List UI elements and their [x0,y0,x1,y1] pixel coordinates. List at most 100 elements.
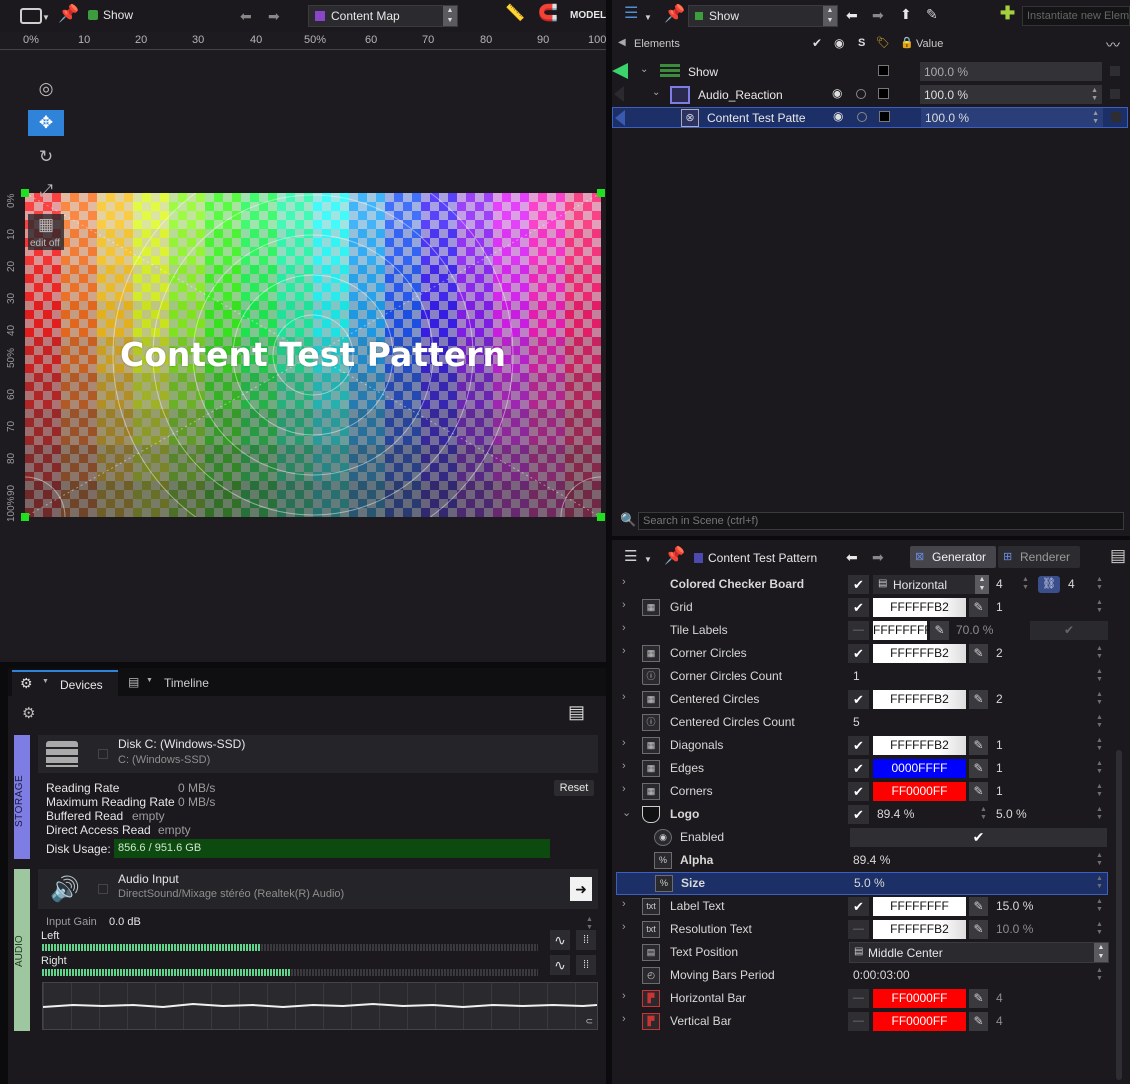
prop-row-horizontal-bar[interactable]: › ▛ Horizontal Bar — FF0000FF ✎ 4 [612,987,1128,1010]
color-swatch[interactable]: FFFFFFFF [873,621,932,640]
waveform-icon[interactable]: 〰 [1106,35,1120,55]
eyedropper-icon[interactable]: ✎ [969,782,988,801]
prop-row-colored-checker-board[interactable]: › Colored Checker Board ✔ ▤ Horizontal ▲… [612,573,1128,596]
reset-button[interactable]: Reset [554,780,594,796]
solo-toggle[interactable] [856,89,866,99]
prop-value[interactable]: 5 [853,715,860,729]
ruler-icon[interactable]: 📏 [505,6,525,22]
color-swatch[interactable]: FFFFFFFF [873,897,966,916]
tree-view-dropdown-icon[interactable]: ▼ [644,10,652,26]
tab-renderer[interactable]: ⊞ Renderer [998,546,1080,568]
prop-value[interactable]: 4 [996,1014,1003,1028]
spinner-icon[interactable]: ▲ ▼ [1096,714,1103,730]
prop-row-enabled[interactable]: ◉ Enabled ✔ [612,826,1128,849]
select-checkbox[interactable] [98,884,108,894]
forward-arrow-icon[interactable]: ➡ [872,549,884,565]
prop-value[interactable]: 1 [853,669,860,683]
prop-value[interactable]: 2 [996,692,1003,706]
view-mode-dropdown-icon[interactable]: ▼ [42,10,50,26]
prop-row-edges[interactable]: › ▦ Edges ✔ 0000FFFF ✎ 1 ▲ ▼ [612,757,1128,780]
expand-icon[interactable]: › [622,599,626,611]
move-tool-icon[interactable]: ✥ [28,110,64,136]
checkbox[interactable]: — [848,1012,869,1031]
checkbox[interactable]: ✔ [848,736,869,755]
handle-bottom-left[interactable] [21,513,29,521]
tab-devices[interactable]: ⚙ ▼ Devices [12,670,118,696]
checkbox[interactable]: — [848,920,869,939]
prop-row-logo[interactable]: ⌄ Logo ✔ 89.4 % ▲ ▼ 5.0 % ▲ ▼ [612,803,1128,826]
prop-row-moving-bars-period[interactable]: ◴ Moving Bars Period 0:00:03:00 ▲ ▼ [612,964,1128,987]
color-swatch[interactable]: FFFFFFB2 [873,644,966,663]
eyedropper-icon[interactable]: ✎ [969,690,988,709]
add-icon[interactable]: ✚ [1000,4,1015,22]
text-position-select[interactable]: ▤ Middle Center ▲ ▼ [849,942,1109,963]
checkbox[interactable]: — [848,989,869,1008]
content-map-select[interactable]: Content Map ▲ ▼ [308,5,458,27]
tab-timeline[interactable]: ▤ ▼ Timeline [122,672,222,696]
prop-row-size-selected[interactable]: % Size 5.0 % ▲ ▼ [616,872,1108,895]
expand-icon[interactable]: › [622,622,626,634]
spinner-icon[interactable]: ▲ ▼ [1096,760,1103,776]
eyedropper-icon[interactable]: ✎ [969,644,988,663]
pin-icon[interactable]: 📌 [664,547,685,564]
prop-value[interactable]: 5.0 % [854,876,885,890]
tab-generator[interactable]: ⊠ Generator [910,546,996,568]
eyedropper-icon[interactable]: ✎ [930,621,949,640]
expand-icon[interactable]: › [622,1013,626,1025]
link-icon[interactable]: ⛓ [1038,576,1060,593]
spinner-icon[interactable]: ▲ ▼ [1096,783,1103,799]
prop-row-centered-circles-count[interactable]: ⓘ Centered Circles Count 5 ▲ ▼ [612,711,1128,734]
edit-icon[interactable]: ✎ [926,6,938,22]
tree-row[interactable]: ⌄ Audio_Reaction ◉ 100.0 % ▲ ▼ [612,84,1130,105]
eye-icon[interactable]: ◉ [833,109,843,123]
prop-row-resolution-text[interactable]: › txt Resolution Text — FFFFFFB2 ✎ 10.0 … [612,918,1128,941]
prop-value[interactable]: 4 [1068,577,1075,591]
prop-value[interactable]: 1 [996,784,1003,798]
prop-value[interactable]: 0:00:03:00 [853,968,910,982]
back-arrow-icon[interactable]: ⬅ [846,7,858,23]
up-arrow-icon[interactable]: ⬆ [900,6,912,22]
eyedropper-icon[interactable]: ✎ [969,1012,988,1031]
prop-value[interactable]: 89.4 % [877,807,914,821]
model-button[interactable]: MODEL [570,10,606,21]
expand-icon[interactable]: › [622,691,626,703]
dashboard-icon[interactable]: ◎ [28,76,64,102]
loop-icon[interactable]: ⊂ [585,1016,593,1027]
select-checkbox[interactable] [98,749,108,759]
expand-icon[interactable]: › [622,760,626,772]
eyedropper-icon[interactable]: ✎ [969,598,988,617]
solo-toggle[interactable] [857,112,867,122]
forward-arrow-icon[interactable]: ➡ [268,8,280,24]
prop-row-corner-circles-count[interactable]: ⓘ Corner Circles Count 1 ▲ ▼ [612,665,1128,688]
prop-row-alpha[interactable]: % Alpha 89.4 % ▲ ▼ [612,849,1128,872]
spinner-icon[interactable]: ▲ ▼ [1096,691,1103,707]
prop-row-label-text[interactable]: › txt Label Text ✔ FFFFFFFF ✎ 15.0 % ▲ ▼ [612,895,1128,918]
spinner-icon[interactable]: ▲ ▼ [1096,921,1103,937]
spinner-icon[interactable]: ▲ ▼ [980,806,987,822]
spinner-icon[interactable]: ▲ ▼ [1096,898,1103,914]
scale-tool-icon[interactable]: ⤢ [28,178,64,204]
rotate-tool-icon[interactable]: ↻ [28,144,64,170]
checkbox[interactable]: ✔ [848,575,869,594]
prop-row-tile-labels[interactable]: › Tile Labels — FFFFFFFF ✎ 70.0 % ✔ [612,619,1128,642]
orientation-select[interactable]: ▤ Horizontal ▲ ▼ [873,575,989,594]
magnet-icon[interactable]: 🧲 [538,6,558,22]
handle-bottom-right[interactable] [597,513,605,521]
prop-row-corner-circles[interactable]: › ▦ Corner Circles ✔ FFFFFFB2 ✎ 2 ▲ ▼ [612,642,1128,665]
eyedropper-icon[interactable]: ✎ [969,736,988,755]
prop-value[interactable]: 2 [996,646,1003,660]
expand-icon[interactable]: › [622,783,626,795]
color-swatch[interactable]: FFFFFFB2 [873,736,966,755]
input-gain-value[interactable]: 0.0 dB [109,916,141,928]
search-input[interactable]: Search in Scene (ctrl+f) [638,512,1124,530]
spinner-icon[interactable]: ▲ ▼ [1096,645,1103,661]
expand-icon[interactable]: ⌄ [652,87,660,98]
eyedropper-icon[interactable]: ✎ [969,920,988,939]
value-field[interactable]: 100.0 % [920,62,1102,81]
spinner-icon[interactable]: ▲ ▼ [1096,599,1103,615]
collapse-icon[interactable]: ⌄ [622,806,631,819]
pin-icon[interactable]: 📌 [58,5,79,22]
expand-icon[interactable]: › [622,576,626,588]
prop-value[interactable]: 4 [996,991,1003,1005]
spinner-icon[interactable]: ▲ ▼ [1096,875,1103,891]
